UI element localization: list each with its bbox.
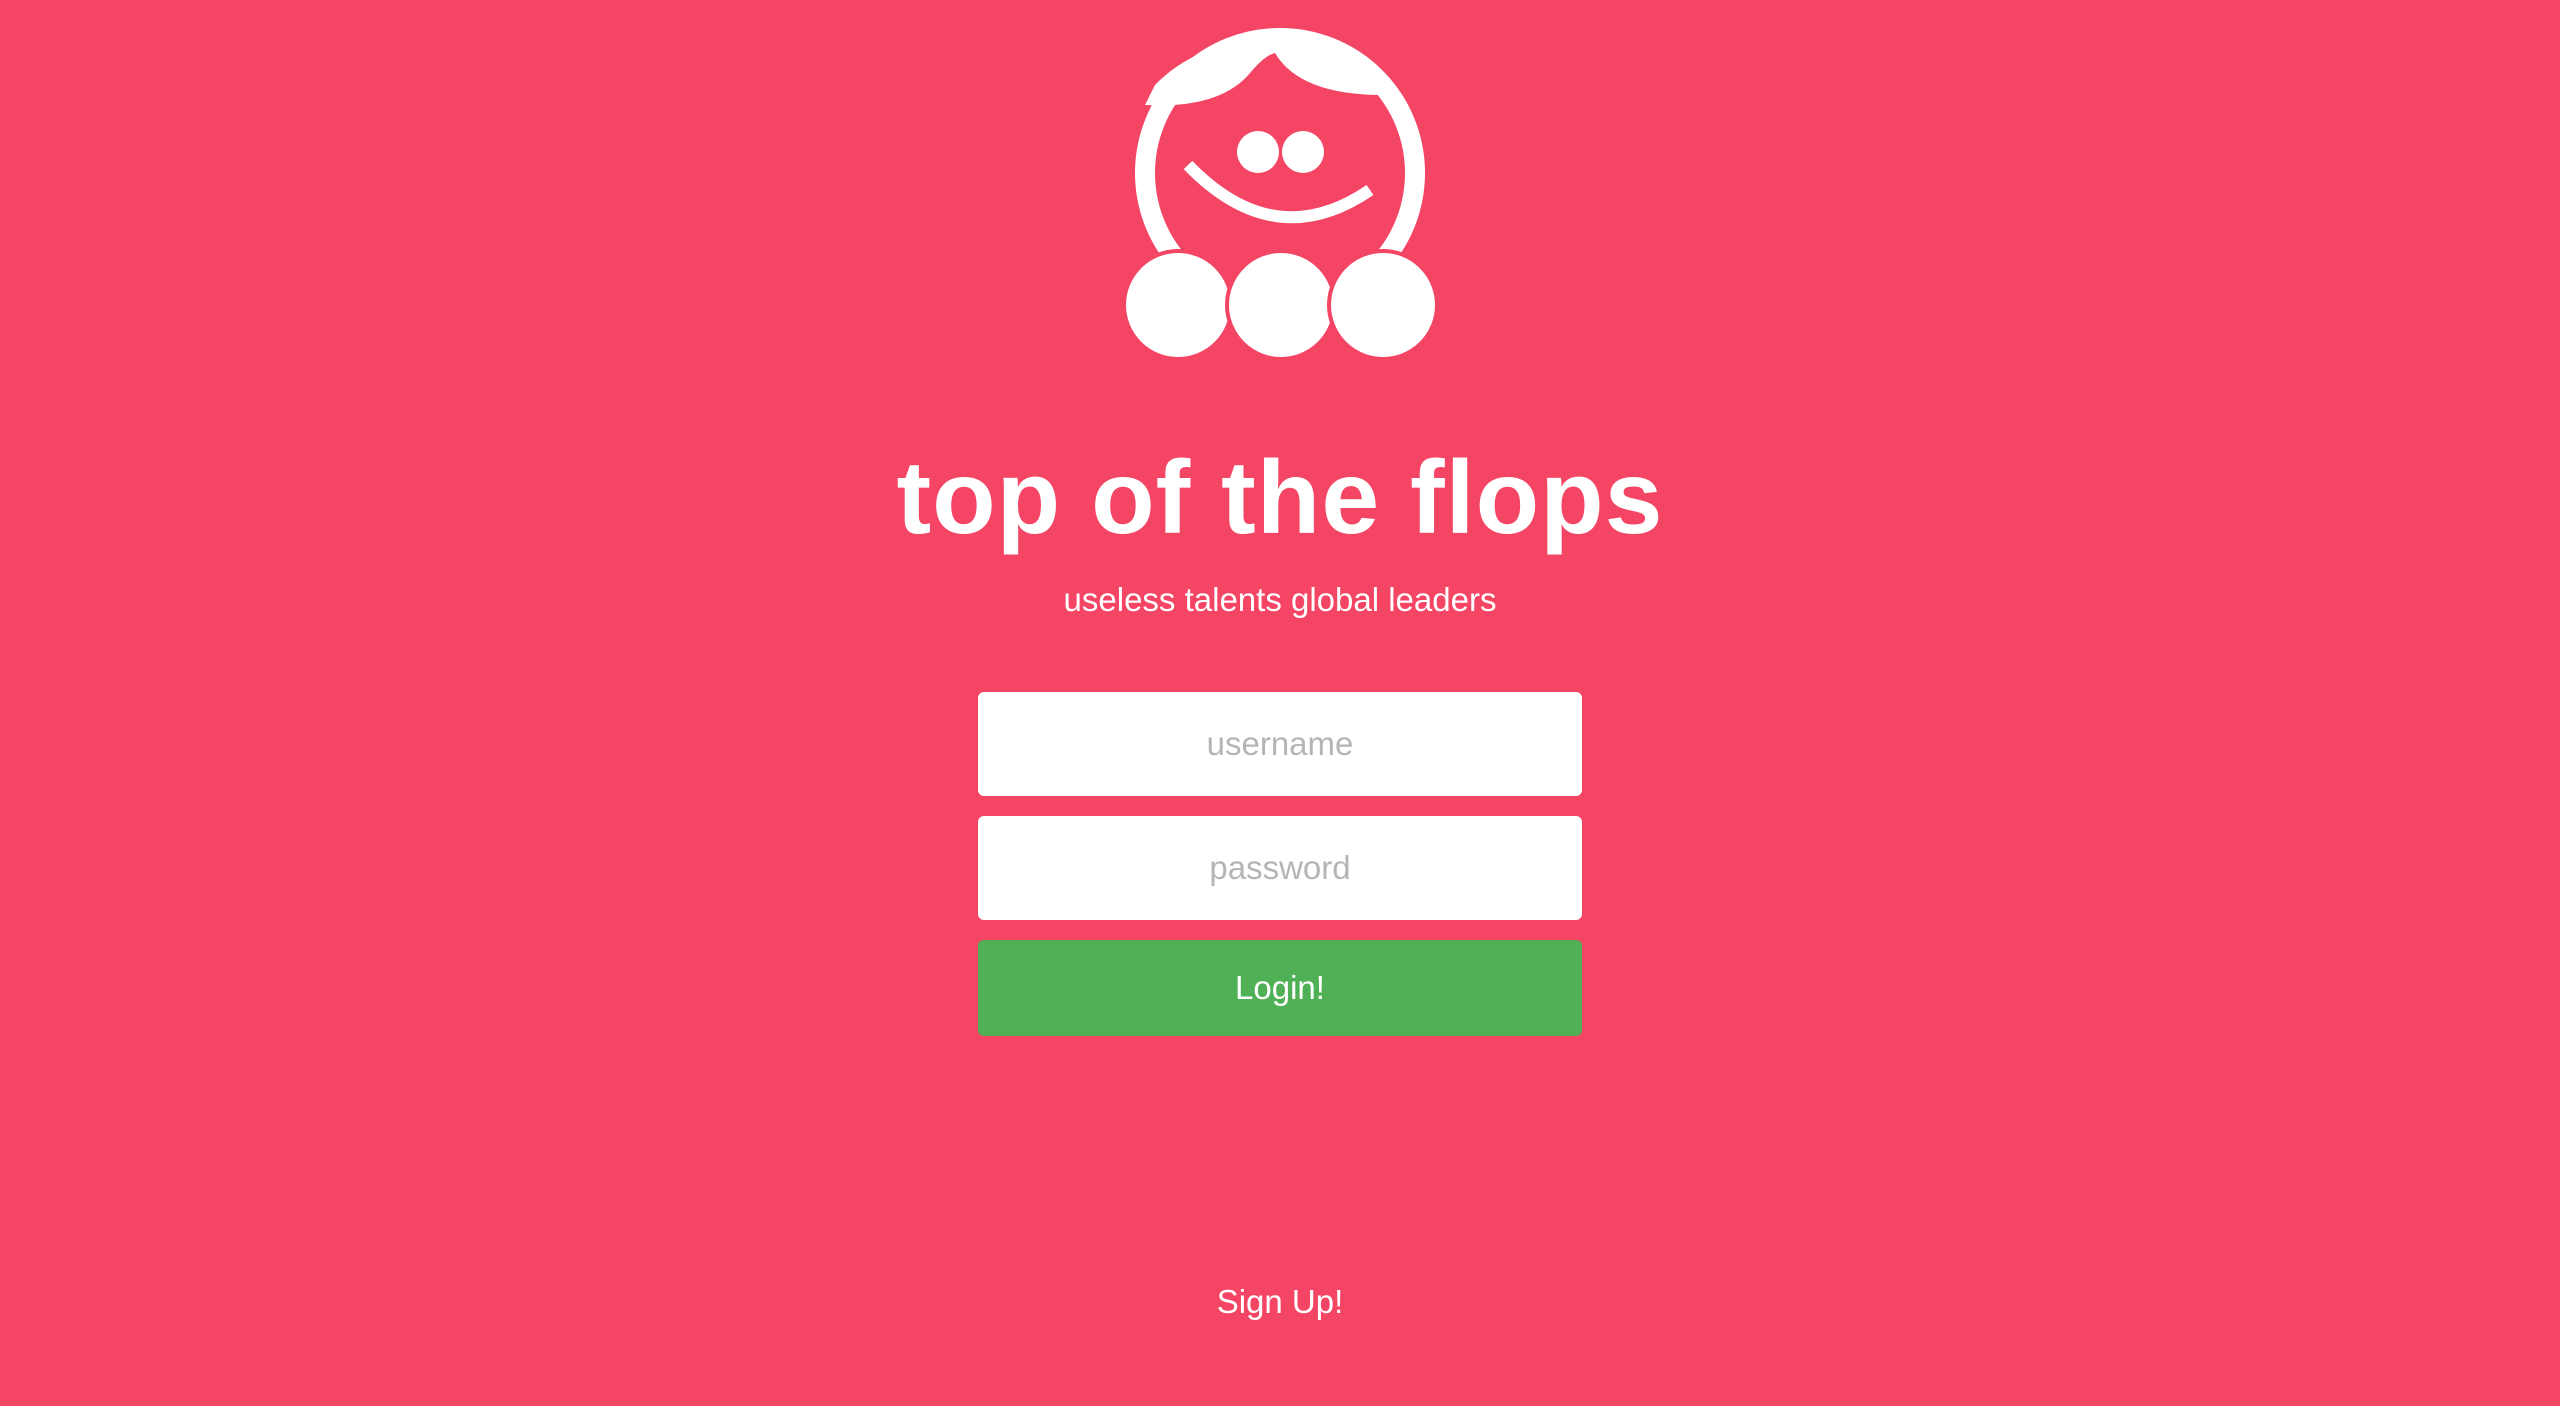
login-page: top of the flops useless talents global …: [0, 0, 2560, 1406]
signup-link[interactable]: Sign Up!: [0, 1278, 2560, 1326]
app-tagline: useless talents global leaders: [1063, 581, 1497, 618]
password-input[interactable]: [978, 816, 1582, 920]
logo-icon: [1122, 28, 1439, 361]
login-button[interactable]: Login!: [978, 940, 1582, 1036]
username-input[interactable]: [978, 692, 1582, 796]
app-title: top of the flops: [896, 440, 1664, 556]
